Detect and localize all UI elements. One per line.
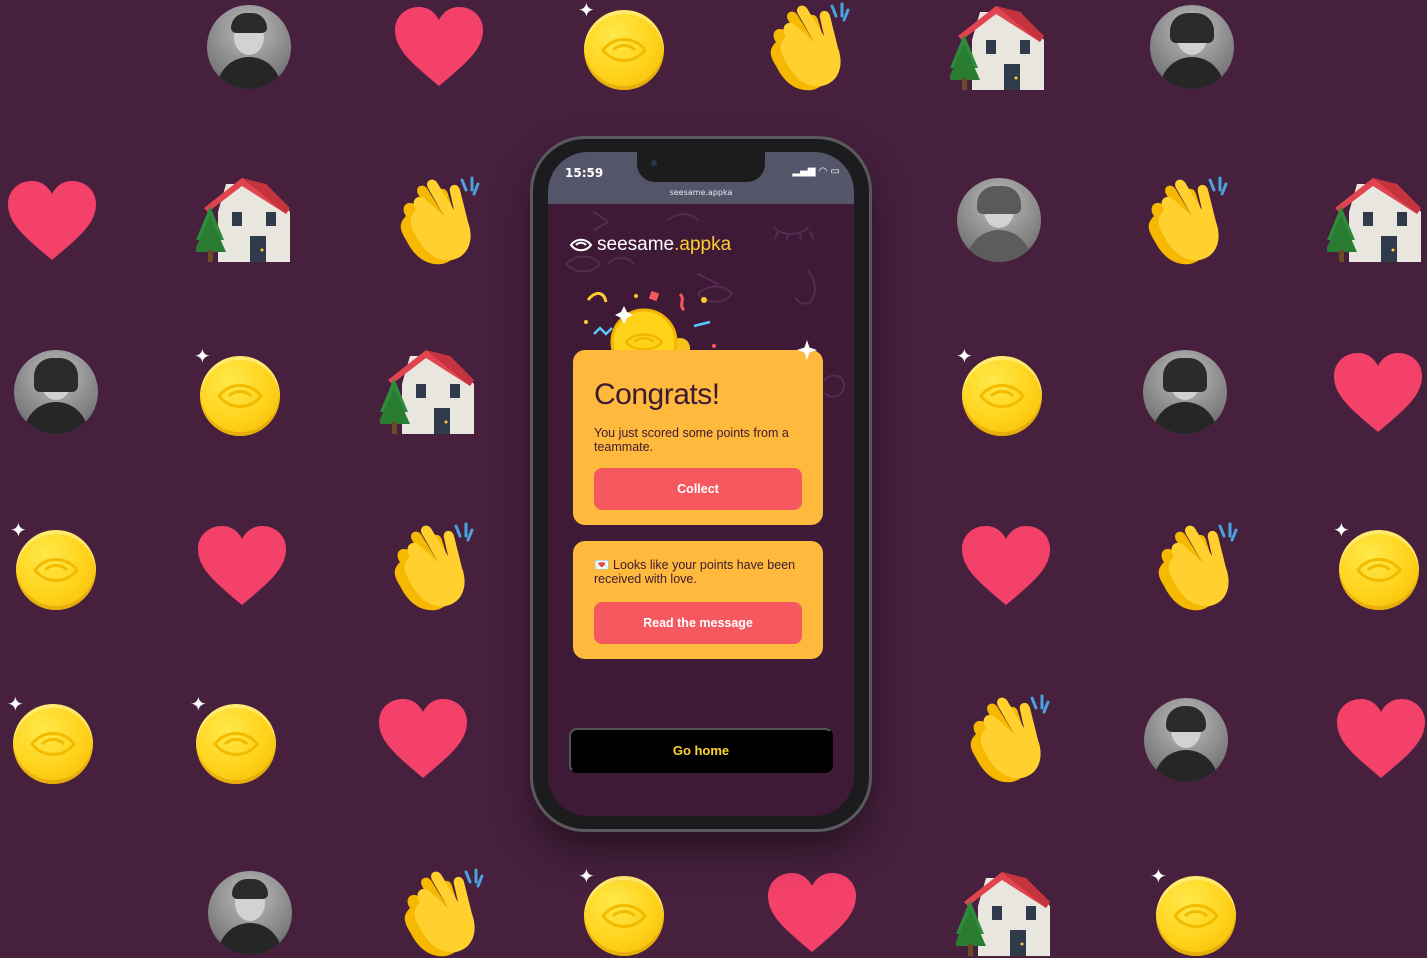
coin-icon: ✦ xyxy=(190,694,276,784)
message-text: 💌 Looks like your points have been recei… xyxy=(594,558,796,586)
phone-screen: 15:59 ▂▄▆ ◠ ▭ seesame.appka seesame.appk… xyxy=(548,152,854,816)
congrats-title: Congrats! xyxy=(594,378,720,411)
clock: 15:59 xyxy=(565,166,604,180)
camera-notch xyxy=(637,152,765,182)
avatar xyxy=(207,5,291,89)
clapping-hands-icon xyxy=(396,868,486,958)
clapping-hands-icon xyxy=(1150,522,1240,612)
sparkle-icon xyxy=(797,340,817,360)
clapping-hands-icon xyxy=(392,176,482,266)
signal-wifi-battery-icon: ▂▄▆ ◠ ▭ xyxy=(792,166,840,177)
coin-icon: ✦ xyxy=(1333,520,1419,610)
collect-button[interactable]: Collect xyxy=(594,468,802,510)
phone-frame: 15:59 ▂▄▆ ◠ ▭ seesame.appka seesame.appk… xyxy=(533,139,869,829)
heart-icon xyxy=(1335,698,1427,780)
heart-icon xyxy=(6,180,98,262)
coin-icon: ✦ xyxy=(7,694,93,784)
status-bar: 15:59 ▂▄▆ ◠ ▭ seesame.appka xyxy=(548,152,854,204)
heart-icon xyxy=(393,6,485,88)
house-icon xyxy=(1327,178,1423,264)
avatar xyxy=(1144,698,1228,782)
brand-logo: seesame.appka xyxy=(569,234,731,256)
house-icon xyxy=(956,872,1052,958)
message-card: 💌 Looks like your points have been recei… xyxy=(573,541,823,659)
clapping-hands-icon xyxy=(762,2,852,92)
congrats-card: Congrats! You just scored some points fr… xyxy=(573,340,823,525)
coin-icon: ✦ xyxy=(10,520,96,610)
house-icon xyxy=(950,6,1046,92)
congrats-text: You just scored some points from a teamm… xyxy=(594,426,789,454)
house-icon xyxy=(380,350,476,436)
coin-icon: ✦ xyxy=(578,0,664,90)
avatar xyxy=(1150,5,1234,89)
heart-icon xyxy=(766,872,858,954)
clapping-hands-icon xyxy=(962,694,1052,784)
eye-logo-icon xyxy=(569,238,593,252)
avatar xyxy=(208,871,292,955)
avatar xyxy=(14,350,98,434)
heart-icon xyxy=(960,525,1052,607)
coin-icon: ✦ xyxy=(956,346,1042,436)
heart-icon xyxy=(1332,352,1424,434)
coin-icon: ✦ xyxy=(194,346,280,436)
avatar xyxy=(1143,350,1227,434)
house-icon xyxy=(196,178,292,264)
go-home-button[interactable]: Go home xyxy=(569,728,833,773)
brand-name-accent: .appka xyxy=(674,234,732,255)
heart-icon xyxy=(196,525,288,607)
heart-icon xyxy=(377,698,469,780)
coin-icon: ✦ xyxy=(1150,866,1236,956)
address-bar-url[interactable]: seesame.appka xyxy=(548,188,854,197)
read-message-button[interactable]: Read the message xyxy=(594,602,802,644)
brand-name: seesame xyxy=(597,234,675,255)
clapping-hands-icon xyxy=(1140,176,1230,266)
avatar xyxy=(957,178,1041,262)
coin-icon: ✦ xyxy=(578,866,664,956)
clapping-hands-icon xyxy=(386,522,476,612)
